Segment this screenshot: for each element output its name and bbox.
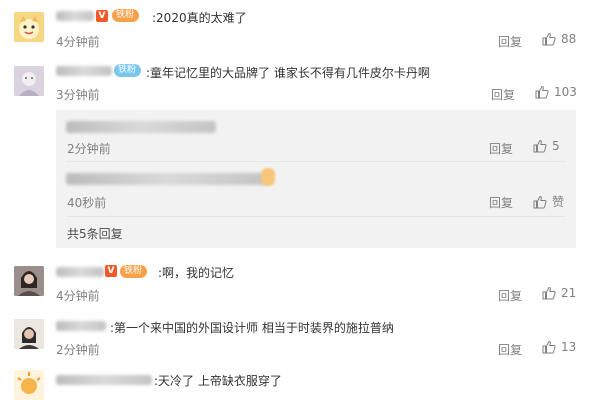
fan-badge: 铁粉 <box>112 9 140 22</box>
like-count: 88 <box>561 32 577 46</box>
verified-badge: V <box>105 265 117 277</box>
reply-button[interactable]: 回复 <box>498 33 522 50</box>
verified-badge: V <box>96 10 108 22</box>
comment-time: 3分钟前 <box>56 88 100 102</box>
like-button[interactable]: 88 <box>542 32 576 46</box>
comment-item: :第一个来中国的外国设计师 相当于时装界的施拉普纳 2分钟前 回复 13 <box>0 312 600 364</box>
thumbs-up-icon <box>542 286 556 300</box>
reply-content-blurred <box>66 173 266 185</box>
username-blurred[interactable] <box>56 267 104 277</box>
thumbs-up-icon <box>535 85 549 99</box>
comment-text: :2020真的太难了 <box>152 11 247 25</box>
like-count: 103 <box>554 85 577 99</box>
fan-badge-label: 铁粉 <box>124 266 143 276</box>
fan-badge: 铁粉 <box>114 64 142 77</box>
divider <box>66 216 566 217</box>
username-blurred[interactable] <box>56 66 112 76</box>
like-button[interactable]: 21 <box>542 286 576 300</box>
avatar[interactable] <box>14 266 44 296</box>
avatar[interactable] <box>14 370 44 400</box>
thumbs-up-icon <box>542 32 556 46</box>
like-button[interactable]: 赞 <box>533 193 564 210</box>
avatar[interactable] <box>14 319 44 349</box>
like-button[interactable]: 13 <box>542 340 576 354</box>
comment-time: 4分钟前 <box>56 289 100 303</box>
divider <box>66 161 566 162</box>
username-blurred[interactable] <box>56 321 106 331</box>
like-count: 赞 <box>552 195 565 209</box>
comment-time: 4分钟前 <box>56 35 100 49</box>
view-all-replies-link[interactable]: 共5条回复 <box>67 225 123 242</box>
comment-text: :天冷了 上帝缺衣服穿了 <box>154 374 282 388</box>
reply-time: 40秒前 <box>67 196 107 210</box>
avatar[interactable] <box>14 12 44 42</box>
reply-button[interactable]: 回复 <box>491 86 515 103</box>
reply-thread: 2分钟前 回复 5 40秒前 回复 赞 共5条回复 <box>56 110 576 248</box>
thumbs-up-icon <box>533 139 547 153</box>
comment-text: :童年记忆里的大品牌了 谁家长不得有几件皮尔卡丹啊 <box>146 66 430 80</box>
fan-badge: 铁粉 <box>120 265 148 278</box>
fan-badge-label: 铁粉 <box>116 10 135 20</box>
comment-item: :天冷了 上帝缺衣服穿了 <box>0 364 600 400</box>
username-blurred[interactable] <box>56 11 94 21</box>
thumbs-up-icon <box>533 195 547 208</box>
reply-content-blurred <box>66 121 216 133</box>
reply-button[interactable]: 回复 <box>489 140 513 157</box>
username-blurred[interactable] <box>56 375 152 385</box>
emoji-icon <box>261 168 275 186</box>
reply-time: 2分钟前 <box>67 142 111 156</box>
fan-badge-label: 铁粉 <box>118 65 137 75</box>
avatar[interactable] <box>14 66 44 96</box>
like-count: 21 <box>561 286 577 300</box>
like-button[interactable]: 103 <box>535 85 577 99</box>
reply-button[interactable]: 回复 <box>498 287 522 304</box>
reply-button[interactable]: 回复 <box>489 194 513 211</box>
like-button[interactable]: 5 <box>533 139 560 153</box>
comment-item: V 铁粉 :2020真的太难了 4分钟前 回复 88 <box>0 0 600 56</box>
like-count: 13 <box>561 340 577 354</box>
comment-item: V 铁粉 :啊，我的记忆 4分钟前 回复 21 <box>0 258 600 312</box>
comment-text: :第一个来中国的外国设计师 相当于时装界的施拉普纳 <box>110 321 394 335</box>
comment-text: :啊，我的记忆 <box>158 266 235 280</box>
thumbs-up-icon <box>542 340 556 354</box>
like-count: 5 <box>552 139 560 153</box>
comment-time: 2分钟前 <box>56 343 100 357</box>
reply-button[interactable]: 回复 <box>498 341 522 358</box>
